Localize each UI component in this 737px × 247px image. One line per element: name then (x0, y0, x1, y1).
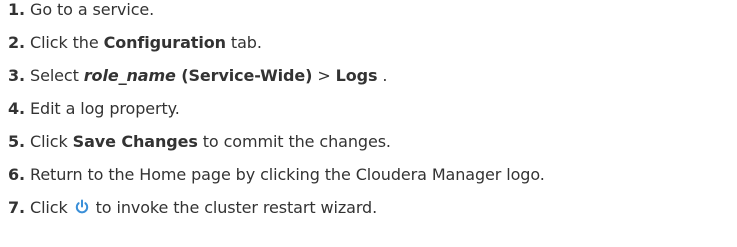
step-4: 4. Edit a log property. (8, 99, 180, 119)
step-number: 2. (8, 33, 26, 52)
step-number: 6. (8, 165, 26, 184)
step-3: 3. Select role_name (Service-Wide) > Log… (8, 66, 388, 86)
step-number: 1. (8, 0, 26, 19)
step-text-post: tab. (225, 33, 262, 52)
step-text-post: . (377, 66, 388, 85)
separator-text: > (312, 66, 336, 85)
step-2: 2. Click the Configuration tab. (8, 33, 262, 53)
role-name-label: role_name (83, 66, 176, 85)
step-text-post: to invoke the cluster restart wizard. (90, 198, 378, 217)
step-5: 5. Click Save Changes to commit the chan… (8, 132, 391, 152)
step-text-pre: Click (30, 132, 73, 151)
step-6: 6. Return to the Home page by clicking t… (8, 165, 545, 185)
step-number: 3. (8, 66, 26, 85)
step-number: 4. (8, 99, 26, 118)
service-wide-label: (Service-Wide) (175, 66, 313, 85)
configuration-tab-label: Configuration (103, 33, 226, 52)
step-text: Return to the Home page by clicking the … (30, 165, 545, 184)
step-text-pre: Click (30, 198, 73, 217)
step-number: 5. (8, 132, 26, 151)
step-text: Edit a log property. (30, 99, 180, 118)
logs-label: Logs (335, 66, 378, 85)
step-7: 7. Click to invoke the cluster restart w… (8, 198, 377, 218)
step-number: 7. (8, 198, 26, 217)
step-1: 1. Go to a service. (8, 0, 154, 20)
step-text-pre: Select (30, 66, 84, 85)
save-changes-label: Save Changes (72, 132, 198, 151)
step-text-pre: Click the (30, 33, 104, 52)
step-text: Go to a service. (30, 0, 155, 19)
step-text-post: to commit the changes. (197, 132, 391, 151)
restart-icon (74, 199, 90, 215)
